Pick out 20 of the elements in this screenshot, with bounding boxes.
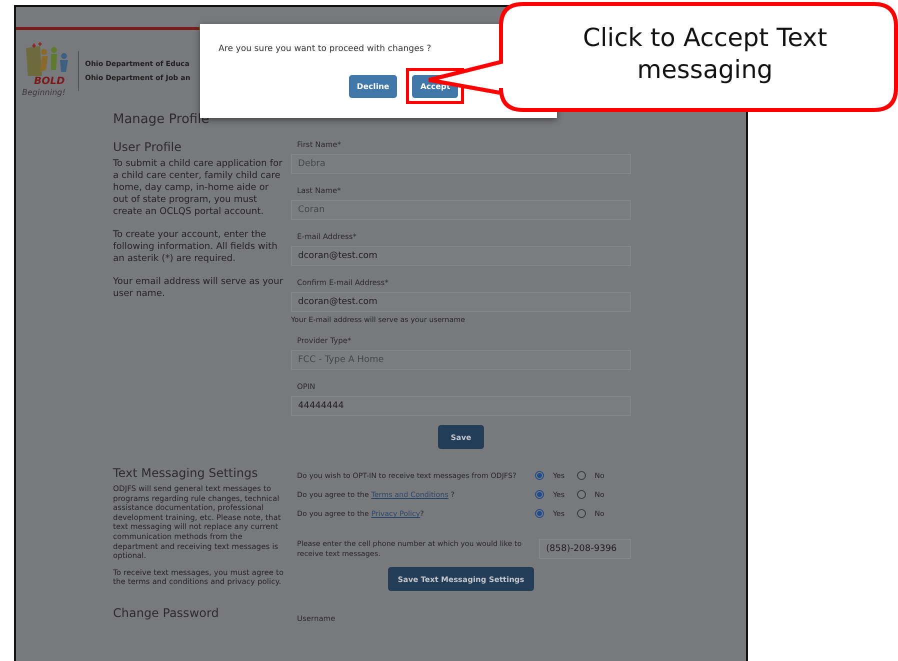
radio-button[interactable]	[576, 471, 586, 480]
radio-button[interactable]	[535, 509, 544, 518]
section-title: Change Password	[113, 606, 220, 620]
radio-button[interactable]	[535, 490, 544, 499]
description-text: Your email address will serve as your user name.	[113, 276, 284, 300]
phone-field[interactable]: (858)-208-9396	[539, 539, 631, 559]
input-field[interactable]: dcoran@test.com	[291, 246, 631, 266]
input-field[interactable]: dcoran@test.com	[291, 292, 631, 312]
input-field[interactable]: 44444444	[291, 396, 631, 416]
logo-tagline: Beginning!	[22, 88, 66, 97]
section-title: User Profile	[113, 140, 182, 154]
logo-word: BOLD	[34, 76, 65, 87]
callout-text: Click to Accept Text messaging	[582, 22, 828, 86]
dialog-message: Are you sure you want to proceed with changes ?	[218, 44, 432, 54]
radio-button[interactable]	[576, 490, 586, 499]
radio-button[interactable]	[576, 509, 586, 518]
description-text: To create your account, enter the following information. All fields with an asterik (*) are required.	[113, 229, 278, 265]
description-text: To submit a child care application for a child care center, family child care home, day camp, in-home aide or out of state program, you must create an OCLQS portal account.	[113, 158, 284, 218]
radio-button[interactable]	[535, 471, 544, 480]
section-title: Text Messaging Settings	[113, 466, 259, 480]
